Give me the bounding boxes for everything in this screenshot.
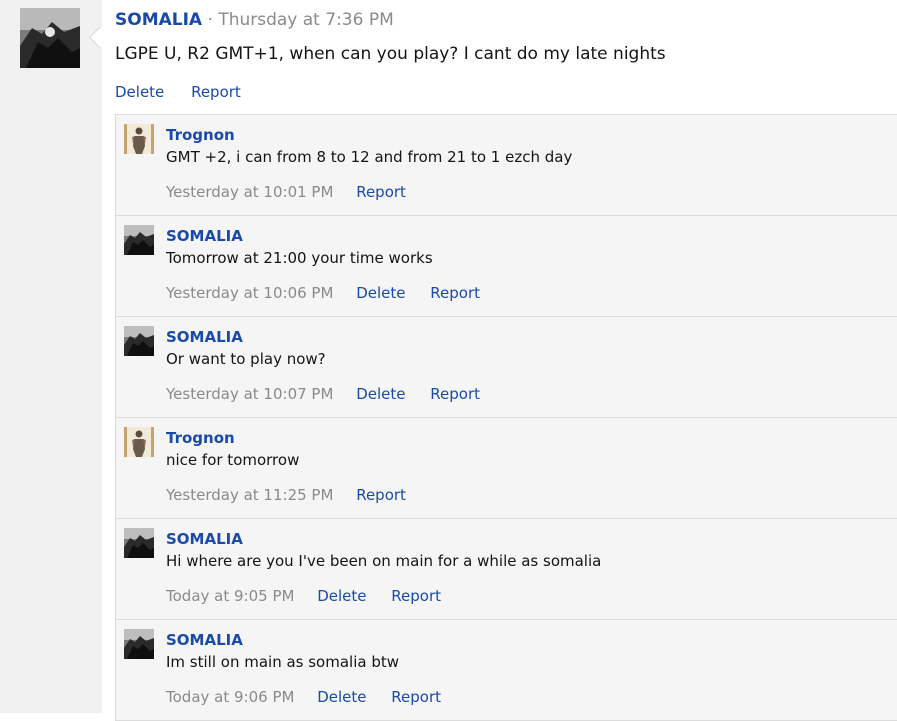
comment-item: Trognon GMT +2, i can from 8 to 12 and f… — [116, 115, 897, 216]
comment-text: GMT +2, i can from 8 to 12 and from 21 t… — [166, 148, 573, 166]
comment-timestamp[interactable]: Yesterday at 11:25 PM — [166, 486, 333, 504]
comment-list: Trognon GMT +2, i can from 8 to 12 and f… — [115, 114, 897, 721]
post-body: LGPE U, R2 GMT+1, when can you play? I c… — [115, 44, 666, 64]
somalia-avatar-image — [124, 326, 154, 356]
comment-footer: Today at 9:06 PM Delete Report — [166, 688, 461, 706]
comment-avatar[interactable] — [124, 528, 154, 558]
comment-timestamp[interactable]: Yesterday at 10:01 PM — [166, 183, 333, 201]
comment-author-link[interactable]: Trognon — [166, 126, 235, 144]
comment-report-button[interactable]: Report — [356, 486, 406, 504]
comment-avatar[interactable] — [124, 326, 154, 356]
comment-timestamp[interactable]: Today at 9:05 PM — [166, 587, 294, 605]
comment-item: Trognon nice for tomorrow Yesterday at 1… — [116, 418, 897, 519]
post-header: SOMALIA · Thursday at 7:36 PM — [115, 10, 394, 30]
comment-delete-button[interactable]: Delete — [317, 587, 366, 605]
comment-author-link[interactable]: SOMALIA — [166, 227, 243, 245]
comment-footer: Today at 9:05 PM Delete Report — [166, 587, 461, 605]
comment-author-link[interactable]: SOMALIA — [166, 328, 243, 346]
trognon-avatar-image — [124, 124, 154, 154]
comment-text: Tomorrow at 21:00 your time works — [166, 249, 433, 267]
somalia-avatar-image — [124, 629, 154, 659]
comment-avatar[interactable] — [124, 124, 154, 154]
comment-avatar[interactable] — [124, 427, 154, 457]
comment-author-link[interactable]: SOMALIA — [166, 530, 243, 548]
post-author-link[interactable]: SOMALIA — [115, 10, 202, 30]
comment-item: SOMALIA Tomorrow at 21:00 your time work… — [116, 216, 897, 317]
comment-text: nice for tomorrow — [166, 451, 300, 469]
left-gutter — [0, 0, 102, 713]
comment-delete-button[interactable]: Delete — [317, 688, 366, 706]
comment-footer: Yesterday at 10:01 PM Report — [166, 183, 426, 201]
avatar[interactable] — [20, 8, 80, 68]
comment-report-button[interactable]: Report — [356, 183, 406, 201]
post-separator: · — [207, 10, 213, 30]
comment-author-link[interactable]: Trognon — [166, 429, 235, 447]
comment-avatar[interactable] — [124, 225, 154, 255]
comment-timestamp[interactable]: Yesterday at 10:07 PM — [166, 385, 333, 403]
comment-text: Im still on main as somalia btw — [166, 653, 400, 671]
post-report-button[interactable]: Report — [191, 83, 241, 101]
comment-report-button[interactable]: Report — [391, 587, 441, 605]
somalia-avatar-image — [124, 528, 154, 558]
comment-author-link[interactable]: SOMALIA — [166, 631, 243, 649]
comment-text: Hi where are you I've been on main for a… — [166, 552, 602, 570]
comment-item: SOMALIA Hi where are you I've been on ma… — [116, 519, 897, 620]
trognon-avatar-image — [124, 427, 154, 457]
comment-footer: Yesterday at 10:07 PM Delete Report — [166, 385, 500, 403]
comment-avatar[interactable] — [124, 629, 154, 659]
comment-timestamp[interactable]: Yesterday at 10:06 PM — [166, 284, 333, 302]
comment-item: SOMALIA Im still on main as somalia btw … — [116, 620, 897, 721]
comment-delete-button[interactable]: Delete — [356, 284, 405, 302]
somalia-avatar-image — [124, 225, 154, 255]
comment-delete-button[interactable]: Delete — [356, 385, 405, 403]
comment-report-button[interactable]: Report — [430, 284, 480, 302]
comment-report-button[interactable]: Report — [430, 385, 480, 403]
comment-text: Or want to play now? — [166, 350, 326, 368]
post-timestamp[interactable]: Thursday at 7:36 PM — [218, 10, 393, 30]
somalia-avatar-image — [20, 8, 80, 68]
comment-footer: Yesterday at 10:06 PM Delete Report — [166, 284, 500, 302]
comment-report-button[interactable]: Report — [391, 688, 441, 706]
post-actions: Delete Report — [115, 83, 263, 101]
post-delete-button[interactable]: Delete — [115, 83, 164, 101]
comment-timestamp[interactable]: Today at 9:06 PM — [166, 688, 294, 706]
comment-item: SOMALIA Or want to play now? Yesterday a… — [116, 317, 897, 418]
comment-footer: Yesterday at 11:25 PM Report — [166, 486, 426, 504]
